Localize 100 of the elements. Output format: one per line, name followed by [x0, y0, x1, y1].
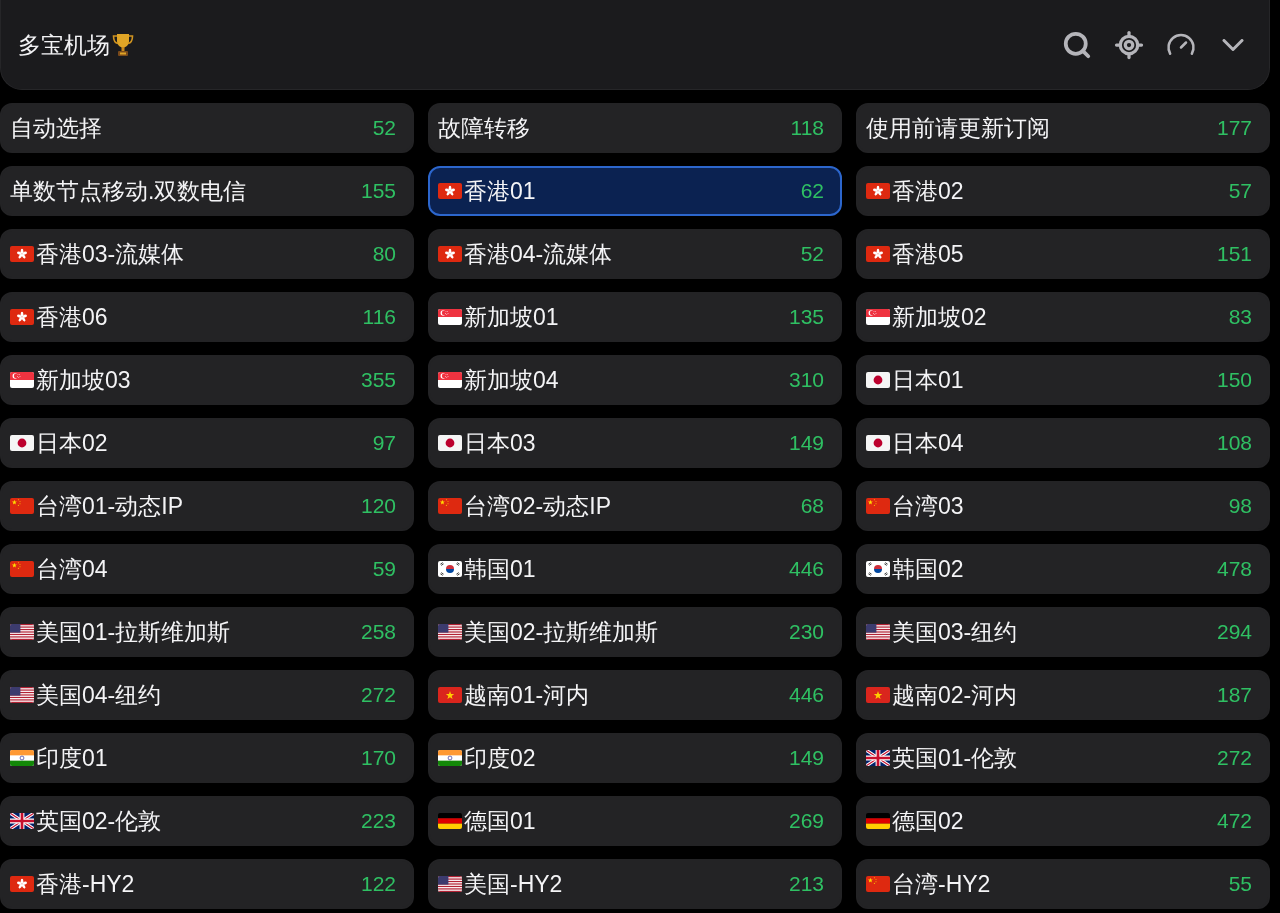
proxy-name: 新加坡04: [464, 366, 560, 395]
latency-text: 223: [360, 808, 396, 834]
proxy-card[interactable]: 台湾04 59: [0, 544, 414, 594]
proxy-card[interactable]: 日本04 108: [856, 418, 1270, 468]
proxy-name: 香港01: [464, 177, 537, 206]
latency-text: 272: [1216, 745, 1252, 771]
proxy-card[interactable]: 德国02 472: [856, 796, 1270, 846]
proxy-card[interactable]: 美国03-纽约 294: [856, 607, 1270, 657]
proxy-name: 印度02: [464, 744, 537, 773]
proxy-card[interactable]: 台湾02-动态IP 68: [428, 481, 842, 531]
latency-text: 122: [360, 871, 396, 897]
proxy-name: 美国02-拉斯维加斯: [464, 618, 660, 647]
vietnam-flag-icon: [866, 687, 890, 703]
us-flag-icon: [438, 624, 462, 640]
latency-text: 272: [360, 682, 396, 708]
proxy-card[interactable]: 香港02 57: [856, 166, 1270, 216]
proxy-card[interactable]: 香港04-流媒体 52: [428, 229, 842, 279]
latency-text: 149: [788, 745, 824, 771]
proxy-name: 香港-HY2: [36, 870, 136, 899]
hong-kong-flag-icon: [866, 183, 890, 199]
proxy-name: 自动选择: [10, 114, 103, 143]
proxy-card[interactable]: 日本01 150: [856, 355, 1270, 405]
proxy-name: 英国02-伦敦: [36, 807, 163, 836]
latency-text: 269: [788, 808, 824, 834]
proxy-card[interactable]: 美国02-拉斯维加斯 230: [428, 607, 842, 657]
proxy-name: 日本04: [892, 429, 965, 458]
latency-text: 68: [800, 493, 824, 519]
latency-text: 213: [788, 871, 824, 897]
japan-flag-icon: [866, 435, 890, 451]
proxy-name: 韩国02: [892, 555, 965, 584]
proxy-name: 美国-HY2: [464, 870, 564, 899]
proxy-card[interactable]: 故障转移 118: [428, 103, 842, 153]
singapore-flag-icon: [438, 372, 462, 388]
proxy-card[interactable]: 英国01-伦敦 272: [856, 733, 1270, 783]
proxy-card[interactable]: 新加坡01 135: [428, 292, 842, 342]
japan-flag-icon: [866, 372, 890, 388]
hong-kong-flag-icon: [866, 246, 890, 262]
china-flag-icon: [866, 876, 890, 892]
germany-flag-icon: [438, 813, 462, 829]
latency-text: 230: [788, 619, 824, 645]
hong-kong-flag-icon: [10, 246, 34, 262]
latency-text: 98: [1228, 493, 1252, 519]
proxy-card[interactable]: 韩国02 478: [856, 544, 1270, 594]
proxy-card[interactable]: 台湾03 98: [856, 481, 1270, 531]
latency-text: 150: [1216, 367, 1252, 393]
proxy-name: 越南02-河内: [892, 681, 1019, 710]
proxy-card[interactable]: 印度02 149: [428, 733, 842, 783]
latency-text: 120: [360, 493, 396, 519]
latency-text: 52: [800, 241, 824, 267]
latency-text: 155: [360, 178, 396, 204]
latency-text: 151: [1216, 241, 1252, 267]
proxy-name: 使用前请更新订阅: [866, 114, 1051, 143]
proxy-card[interactable]: 德国01 269: [428, 796, 842, 846]
proxy-card[interactable]: 越南01-河内 446: [428, 670, 842, 720]
proxy-card[interactable]: 自动选择 52: [0, 103, 414, 153]
locate-button[interactable]: [1113, 28, 1145, 61]
proxy-name: 香港02: [892, 177, 965, 206]
proxy-card[interactable]: 使用前请更新订阅 177: [856, 103, 1270, 153]
proxy-name: 德国01: [464, 807, 537, 836]
latency-text: 258: [360, 619, 396, 645]
proxy-card[interactable]: 日本02 97: [0, 418, 414, 468]
latency-text: 80: [372, 241, 396, 267]
proxy-name: 故障转移: [438, 114, 531, 143]
latency-text: 472: [1216, 808, 1252, 834]
latency-text: 149: [788, 430, 824, 456]
proxy-card[interactable]: 香港03-流媒体 80: [0, 229, 414, 279]
hong-kong-flag-icon: [10, 876, 34, 892]
proxy-card[interactable]: 美国01-拉斯维加斯 258: [0, 607, 414, 657]
south-korea-flag-icon: [438, 561, 462, 577]
proxy-name: 日本03: [464, 429, 537, 458]
proxy-card[interactable]: 越南02-河内 187: [856, 670, 1270, 720]
proxy-card[interactable]: 韩国01 446: [428, 544, 842, 594]
proxy-card[interactable]: 新加坡03 355: [0, 355, 414, 405]
uk-flag-icon: [866, 750, 890, 766]
proxy-card[interactable]: 香港01 62: [428, 166, 842, 216]
proxy-name: 美国03-纽约: [892, 618, 1019, 647]
proxy-card[interactable]: 美国04-纽约 272: [0, 670, 414, 720]
proxy-card[interactable]: 印度01 170: [0, 733, 414, 783]
proxy-card[interactable]: 新加坡02 83: [856, 292, 1270, 342]
proxy-card[interactable]: 台湾01-动态IP 120: [0, 481, 414, 531]
proxy-card[interactable]: 香港05 151: [856, 229, 1270, 279]
proxy-name: 台湾02-动态IP: [464, 492, 612, 521]
latency-text: 170: [360, 745, 396, 771]
china-flag-icon: [10, 498, 34, 514]
us-flag-icon: [10, 624, 34, 640]
latency-text: 83: [1228, 304, 1252, 330]
proxy-card[interactable]: 单数节点移动.双数电信 155: [0, 166, 414, 216]
proxy-name: 韩国01: [464, 555, 537, 584]
proxy-name: 新加坡03: [36, 366, 132, 395]
proxy-card[interactable]: 香港06 116: [0, 292, 414, 342]
proxy-card[interactable]: 英国02-伦敦 223: [0, 796, 414, 846]
latency-text: 59: [372, 556, 396, 582]
proxy-card[interactable]: 香港-HY2 122: [0, 859, 414, 909]
latency-text: 108: [1216, 430, 1252, 456]
proxy-name: 越南01-河内: [464, 681, 591, 710]
proxy-card[interactable]: 日本03 149: [428, 418, 842, 468]
proxy-card[interactable]: 新加坡04 310: [428, 355, 842, 405]
latency-text: 52: [372, 115, 396, 141]
proxy-card[interactable]: 台湾-HY2 55: [856, 859, 1270, 909]
proxy-card[interactable]: 美国-HY2 213: [428, 859, 842, 909]
